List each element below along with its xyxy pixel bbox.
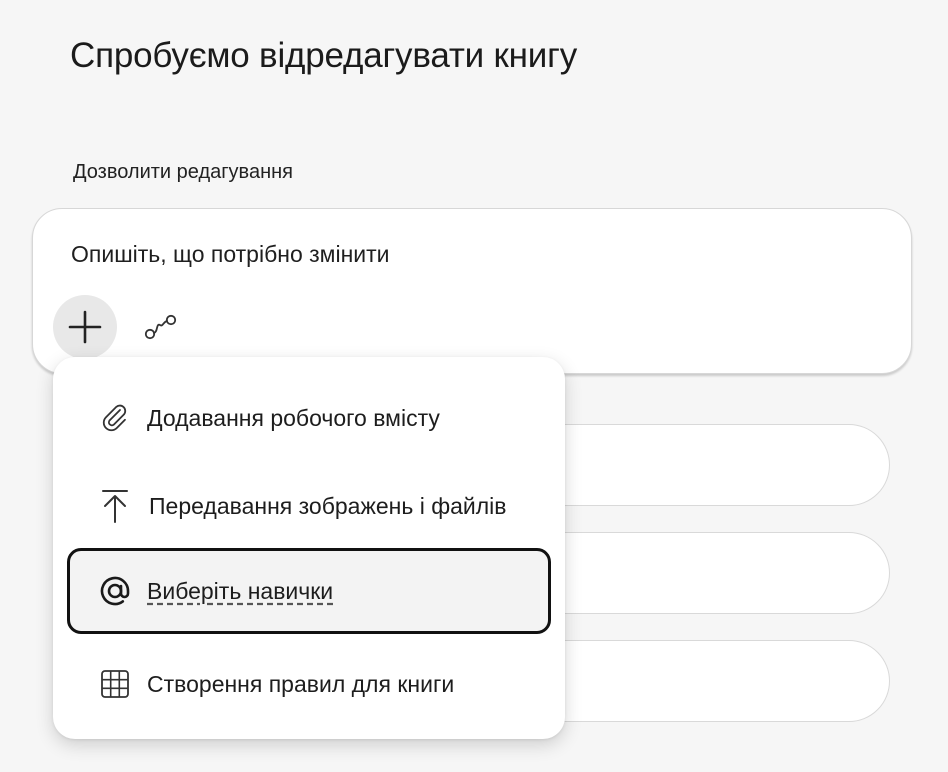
menu-item-label: Передавання зображень і файлів	[149, 492, 507, 519]
add-menu: Додавання робочого вмісту Передавання зо…	[53, 357, 565, 739]
connector-button[interactable]	[141, 309, 181, 345]
prompt-input-box[interactable]: Опишіть, що потрібно змінити	[32, 208, 912, 374]
connector-icon	[144, 314, 177, 340]
section-label: Дозволити редагування	[73, 161, 293, 183]
background-field	[520, 532, 890, 614]
menu-item-select-skills[interactable]: Виберіть навички	[67, 548, 551, 634]
menu-item-upload-files[interactable]: Передавання зображень і файлів	[67, 463, 551, 549]
add-button[interactable]	[53, 295, 117, 359]
prompt-placeholder[interactable]: Опишіть, що потрібно змінити	[71, 241, 390, 268]
plus-icon	[68, 310, 102, 344]
background-field	[520, 640, 890, 722]
menu-item-label: Створення правил для книги	[147, 670, 455, 697]
at-sign-icon	[97, 573, 133, 609]
menu-item-create-rules[interactable]: Створення правил для книги	[67, 641, 551, 727]
menu-item-add-work-content[interactable]: Додавання робочого вмісту	[67, 375, 551, 461]
background-field	[520, 424, 890, 506]
menu-item-label: Виберіть навички	[147, 577, 334, 604]
paperclip-icon	[97, 400, 133, 436]
menu-item-label: Додавання робочого вмісту	[147, 404, 440, 431]
page-title: Спробуємо відредагувати книгу	[70, 36, 578, 75]
grid-icon	[97, 666, 133, 702]
upload-icon	[97, 488, 133, 524]
